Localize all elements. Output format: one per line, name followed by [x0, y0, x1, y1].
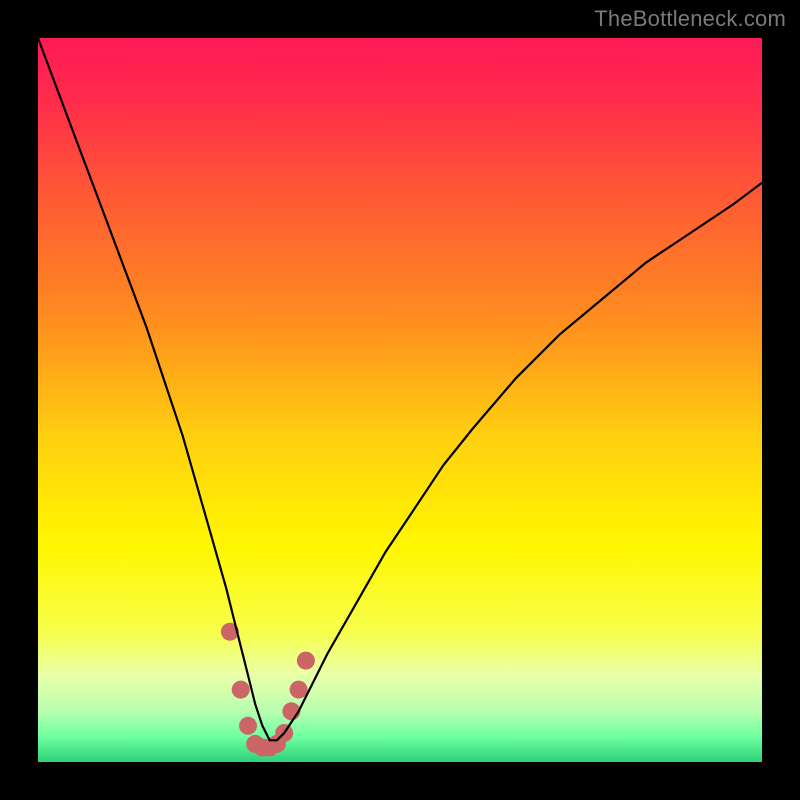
gradient-background [38, 38, 762, 762]
marker-dot [290, 681, 308, 699]
watermark-text: TheBottleneck.com [594, 6, 786, 32]
marker-dot [239, 717, 257, 735]
chart-frame: TheBottleneck.com [0, 0, 800, 800]
marker-dot [232, 681, 250, 699]
bottleneck-chart [0, 0, 800, 800]
marker-dot [297, 652, 315, 670]
